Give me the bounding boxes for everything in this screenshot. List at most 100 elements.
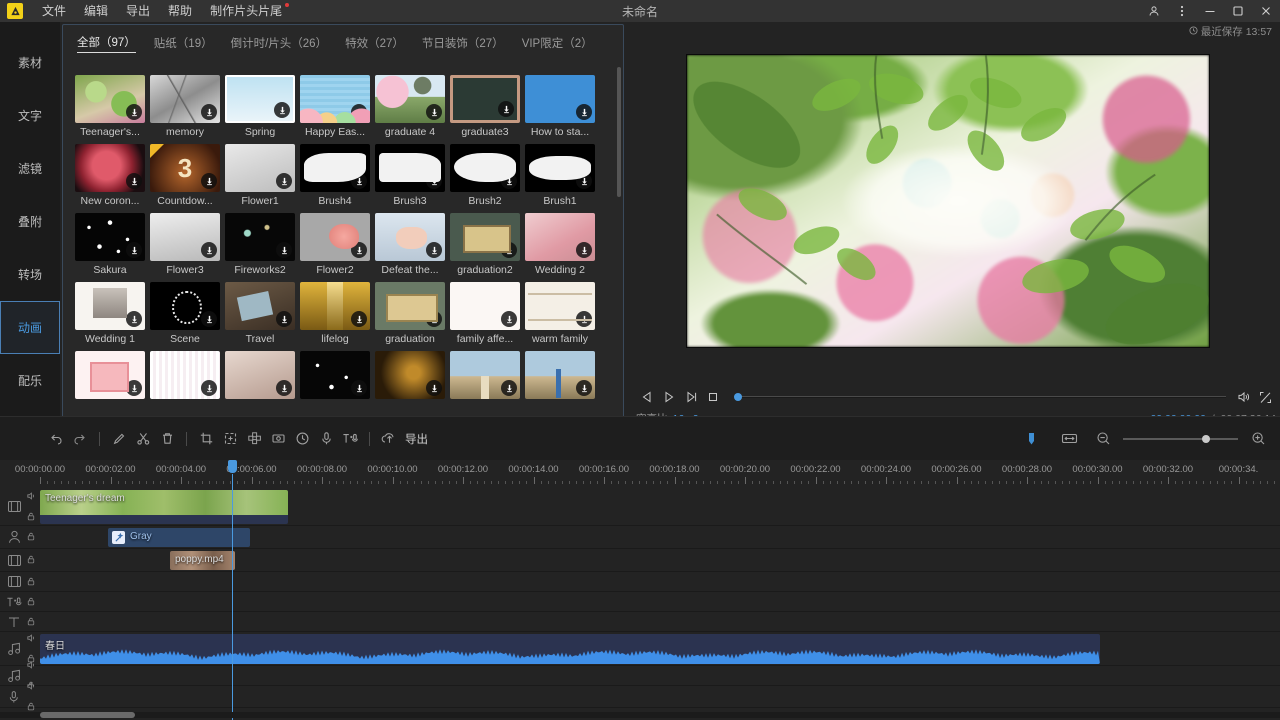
library-item[interactable] bbox=[75, 351, 150, 402]
download-icon[interactable] bbox=[276, 173, 292, 189]
track-lock-icon[interactable] bbox=[27, 593, 35, 611]
library-item-thumbnail[interactable] bbox=[75, 282, 145, 330]
download-icon[interactable] bbox=[201, 173, 217, 189]
library-item-thumbnail[interactable] bbox=[525, 75, 595, 123]
timeline-track[interactable]: 春日 bbox=[0, 632, 1280, 666]
library-item[interactable]: Brush1 bbox=[525, 144, 600, 207]
tab-countdown-intro[interactable]: 倒计时/片头（26） bbox=[231, 35, 328, 51]
download-icon[interactable] bbox=[426, 104, 442, 120]
library-item[interactable] bbox=[450, 351, 525, 402]
download-icon[interactable] bbox=[426, 242, 442, 258]
sticker-track-icon[interactable] bbox=[3, 530, 25, 544]
video-track-icon[interactable] bbox=[3, 554, 25, 567]
download-icon[interactable] bbox=[501, 173, 517, 189]
library-item[interactable]: Brush4 bbox=[300, 144, 375, 207]
track-mute-icon[interactable] bbox=[26, 657, 36, 675]
library-item[interactable]: New coron... bbox=[75, 144, 150, 207]
library-item[interactable]: Wedding 1 bbox=[75, 282, 150, 345]
download-icon[interactable] bbox=[501, 311, 517, 327]
download-icon[interactable] bbox=[351, 380, 367, 396]
microphone-track-icon[interactable] bbox=[3, 690, 25, 704]
download-icon[interactable] bbox=[576, 173, 592, 189]
library-item[interactable] bbox=[225, 351, 300, 402]
video-track-icon[interactable] bbox=[3, 500, 25, 513]
download-icon[interactable] bbox=[576, 311, 592, 327]
trash-icon[interactable] bbox=[155, 427, 179, 451]
download-icon[interactable] bbox=[201, 104, 217, 120]
library-item-thumbnail[interactable] bbox=[75, 213, 145, 261]
timeline-clip[interactable]: 春日 bbox=[40, 634, 1100, 664]
library-item-thumbnail[interactable] bbox=[375, 75, 445, 123]
timeline-clip[interactable]: poppy.mp4 bbox=[170, 551, 235, 570]
library-item-thumbnail[interactable]: 3 bbox=[150, 144, 220, 192]
library-item-thumbnail[interactable] bbox=[75, 351, 145, 399]
download-icon[interactable] bbox=[576, 380, 592, 396]
library-item[interactable]: graduation bbox=[375, 282, 450, 345]
library-item-thumbnail[interactable] bbox=[225, 351, 295, 399]
library-item[interactable]: Spring bbox=[225, 75, 300, 138]
tab-vip-only[interactable]: VIP限定（2） bbox=[522, 35, 593, 51]
library-item-thumbnail[interactable] bbox=[150, 213, 220, 261]
fit-width-icon[interactable] bbox=[1057, 427, 1081, 451]
download-icon[interactable] bbox=[274, 102, 290, 118]
library-item[interactable] bbox=[375, 351, 450, 402]
library-item-thumbnail[interactable] bbox=[150, 282, 220, 330]
library-item-thumbnail[interactable] bbox=[450, 282, 520, 330]
library-item[interactable]: family affe... bbox=[450, 282, 525, 345]
download-icon[interactable] bbox=[126, 242, 142, 258]
redo-button[interactable] bbox=[68, 427, 92, 451]
library-item-thumbnail[interactable] bbox=[300, 213, 370, 261]
sidebar-item-material[interactable]: 素材 bbox=[0, 36, 60, 89]
export-button[interactable]: 导出 bbox=[405, 431, 428, 447]
library-item[interactable]: Defeat the... bbox=[375, 213, 450, 276]
download-icon[interactable] bbox=[126, 311, 142, 327]
menu-item-make-intro-outro[interactable]: 制作片头片尾 bbox=[201, 0, 291, 22]
sidebar-item-transition[interactable]: 转场 bbox=[0, 248, 60, 301]
timeline-clip[interactable]: Teenager's dream bbox=[40, 490, 288, 524]
scissors-icon[interactable] bbox=[131, 427, 155, 451]
library-item[interactable]: Travel bbox=[225, 282, 300, 345]
library-item-thumbnail[interactable] bbox=[150, 351, 220, 399]
library-item-thumbnail[interactable] bbox=[450, 213, 520, 261]
tab-stickers[interactable]: 贴纸（19） bbox=[154, 35, 213, 51]
mosaic-icon[interactable] bbox=[242, 427, 266, 451]
prev-frame-button[interactable] bbox=[636, 388, 658, 406]
timeline-track[interactable]: poppy.mp4 bbox=[0, 549, 1280, 572]
timeline-track[interactable]: Teenager's dream bbox=[0, 488, 1280, 526]
library-item[interactable]: Flower3 bbox=[150, 213, 225, 276]
timeline-clip[interactable]: Gray bbox=[108, 528, 250, 547]
volume-icon[interactable] bbox=[1232, 388, 1254, 406]
account-icon[interactable] bbox=[1140, 0, 1168, 22]
library-item-thumbnail[interactable] bbox=[375, 213, 445, 261]
library-item[interactable] bbox=[300, 351, 375, 402]
library-item-thumbnail[interactable] bbox=[300, 351, 370, 399]
library-item-thumbnail[interactable] bbox=[75, 144, 145, 192]
library-item-thumbnail[interactable] bbox=[300, 75, 370, 123]
library-item[interactable]: Brush2 bbox=[450, 144, 525, 207]
tab-all[interactable]: 全部（97） bbox=[77, 34, 136, 53]
library-item-thumbnail[interactable] bbox=[375, 144, 445, 192]
sidebar-item-filter[interactable]: 滤镜 bbox=[0, 142, 60, 195]
library-item[interactable] bbox=[525, 351, 600, 402]
playhead[interactable] bbox=[232, 474, 233, 720]
download-icon[interactable] bbox=[501, 380, 517, 396]
library-item-thumbnail[interactable] bbox=[225, 213, 295, 261]
track-lock-icon[interactable] bbox=[27, 508, 35, 526]
timeline-track[interactable] bbox=[0, 612, 1280, 632]
download-icon[interactable] bbox=[126, 104, 142, 120]
library-item-thumbnail[interactable] bbox=[450, 144, 520, 192]
library-item[interactable]: Sakura bbox=[75, 213, 150, 276]
library-item-thumbnail[interactable] bbox=[525, 282, 595, 330]
library-item[interactable]: Teenager's... bbox=[75, 75, 150, 138]
next-frame-button[interactable] bbox=[680, 388, 702, 406]
sidebar-item-text[interactable]: 文字 bbox=[0, 89, 60, 142]
library-item[interactable]: warm family bbox=[525, 282, 600, 345]
library-item[interactable]: Happy Eas... bbox=[300, 75, 375, 138]
library-item[interactable]: 3Countdow... bbox=[150, 144, 225, 207]
preview-progress-slider[interactable] bbox=[734, 388, 1226, 406]
library-item[interactable]: Brush3 bbox=[375, 144, 450, 207]
maximize-icon[interactable] bbox=[1224, 0, 1252, 22]
menu-item-file[interactable]: 文件 bbox=[33, 0, 75, 22]
pencil-icon[interactable] bbox=[107, 427, 131, 451]
library-item[interactable]: Wedding 2 bbox=[525, 213, 600, 276]
